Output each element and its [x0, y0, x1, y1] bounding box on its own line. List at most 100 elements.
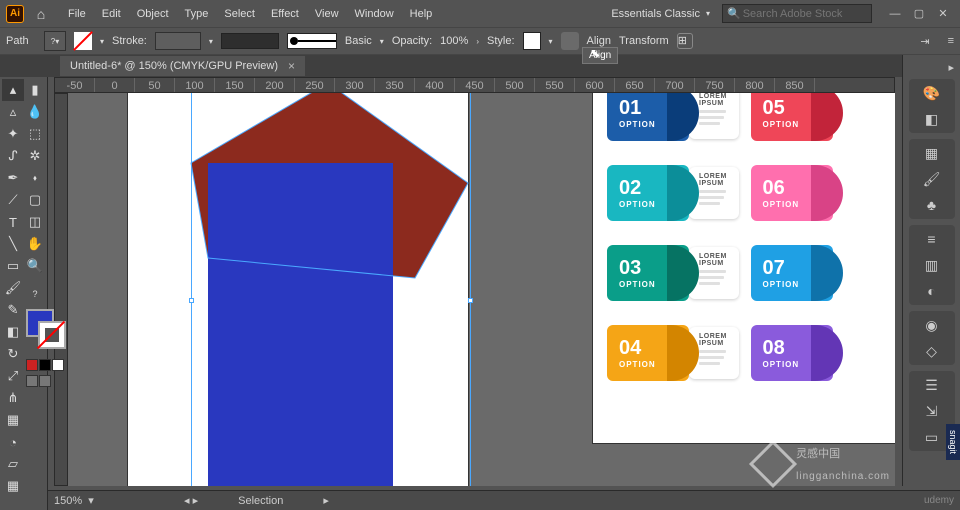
- shape-builder-tool[interactable]: ◔: [2, 431, 24, 453]
- option-label: OPTION: [763, 280, 800, 289]
- collapse-panels-icon[interactable]: ▸: [942, 59, 960, 76]
- minimize-button[interactable]: —: [884, 4, 906, 24]
- graphic-style-swatch[interactable]: [523, 32, 541, 50]
- option-number: 07: [763, 257, 785, 280]
- symbols-panel-icon[interactable]: ♣: [921, 195, 943, 215]
- recolor-icon[interactable]: [561, 32, 579, 50]
- menu-file[interactable]: File: [60, 4, 94, 24]
- scale-tool[interactable]: ⤢: [2, 365, 24, 387]
- opacity-value[interactable]: 100%: [440, 35, 468, 47]
- panel-toggle-icon[interactable]: ⇥: [920, 35, 929, 48]
- graphic-styles-panel-icon[interactable]: ◇: [921, 341, 943, 361]
- panel-menu-icon[interactable]: ≡: [948, 35, 954, 47]
- chevron-down-icon: ▾: [706, 9, 710, 18]
- menu-window[interactable]: Window: [347, 4, 402, 24]
- close-button[interactable]: ✕: [932, 4, 954, 24]
- bounding-box[interactable]: [191, 93, 471, 486]
- brushes-panel-icon[interactable]: 🖌: [921, 169, 943, 189]
- stroke-weight-input[interactable]: [155, 32, 201, 50]
- perspective-tool[interactable]: ▱: [2, 453, 24, 475]
- type-tool[interactable]: T: [2, 211, 24, 233]
- color-guide-panel-icon[interactable]: ◧: [921, 109, 943, 129]
- chevron-down-icon[interactable]: ▾: [549, 37, 553, 46]
- document-tab[interactable]: Untitled-6* @ 150% (CMYK/GPU Preview) ×: [60, 56, 305, 76]
- menu-type[interactable]: Type: [177, 4, 217, 24]
- appearance-panel-icon[interactable]: ◉: [921, 315, 943, 335]
- menu-object[interactable]: Object: [129, 4, 177, 24]
- menu-effect[interactable]: Effect: [263, 4, 307, 24]
- gradient-panel-icon[interactable]: ▥: [921, 255, 943, 275]
- lasso-tool[interactable]: ᔑ: [2, 145, 24, 167]
- menu-view[interactable]: View: [307, 4, 347, 24]
- selection-tool[interactable]: ▴: [2, 79, 24, 101]
- option-label: OPTION: [763, 120, 800, 129]
- asset-export-panel-icon[interactable]: ⇲: [921, 401, 943, 421]
- chevron-down-icon[interactable]: ▾: [380, 37, 384, 46]
- pen-tool[interactable]: ✒: [2, 167, 24, 189]
- zoom-tool[interactable]: 🔍: [24, 255, 46, 277]
- isolate-icon[interactable]: ⊞: [677, 33, 693, 49]
- horizontal-ruler[interactable]: -500501001502002503003504004505005506006…: [54, 77, 895, 93]
- slice-tool[interactable]: ◫: [24, 211, 46, 233]
- stroke-panel-icon[interactable]: ≡: [921, 229, 943, 249]
- transparency-panel-icon[interactable]: ◐: [921, 281, 943, 301]
- direct-selection-tool[interactable]: ▵: [2, 101, 24, 123]
- no-fill-swatch[interactable]: [74, 32, 92, 50]
- fill-dropdown[interactable]: ?▾: [44, 31, 66, 51]
- toggle-fill-stroke[interactable]: ?: [24, 283, 46, 305]
- artboards-panel-icon[interactable]: ▭: [921, 427, 943, 447]
- maximize-button[interactable]: ▢: [908, 4, 930, 24]
- chevron-down-icon[interactable]: ▾: [100, 37, 104, 46]
- menu-select[interactable]: Select: [216, 4, 263, 24]
- color-swatch[interactable]: [39, 359, 51, 371]
- search-box[interactable]: 🔍: [722, 4, 872, 23]
- magic-wand-tool[interactable]: ✦: [2, 123, 24, 145]
- option-badge: 06OPTION: [751, 165, 833, 221]
- symbol-sprayer-tool[interactable]: ✲: [24, 145, 46, 167]
- mesh-tool[interactable]: ▦: [2, 475, 24, 497]
- curvature-tool[interactable]: ⟋: [2, 189, 24, 211]
- option-label: OPTION: [763, 360, 800, 369]
- hand-tool[interactable]: ✋: [24, 233, 46, 255]
- zoom-level[interactable]: 150% ▾: [54, 494, 144, 507]
- option-number: 08: [763, 337, 785, 360]
- option-label: OPTION: [619, 200, 656, 209]
- paintbrush-tool[interactable]: 🖌: [2, 277, 24, 299]
- eraser-tool[interactable]: ◧: [2, 321, 24, 343]
- transform-button[interactable]: Transform: [619, 35, 669, 47]
- option-number: 02: [619, 177, 641, 200]
- swatches-panel-icon[interactable]: ▦: [921, 143, 943, 163]
- search-input[interactable]: [743, 8, 867, 20]
- shaper-tool[interactable]: ✎: [2, 299, 24, 321]
- chevron-down-icon[interactable]: ▾: [209, 37, 213, 46]
- free-transform-tool[interactable]: ▦: [2, 409, 24, 431]
- none-swatch[interactable]: [52, 359, 64, 371]
- screen-mode[interactable]: [26, 375, 38, 387]
- color-swatch[interactable]: [26, 359, 38, 371]
- color-panel-icon[interactable]: 🎨: [921, 83, 943, 103]
- gradient-tool[interactable]: ▮: [24, 79, 46, 101]
- fill-stroke-indicator[interactable]: [24, 309, 68, 353]
- menu-edit[interactable]: Edit: [94, 4, 129, 24]
- brush-preview[interactable]: [287, 33, 337, 49]
- rotate-tool[interactable]: ↻: [2, 343, 24, 365]
- column-graph-tool[interactable]: ⬪: [24, 167, 46, 189]
- vertical-ruler[interactable]: [54, 93, 68, 486]
- workspace-switcher[interactable]: Essentials Classic ▾: [611, 8, 710, 20]
- chevron-right-icon[interactable]: ›: [476, 37, 479, 46]
- home-icon[interactable]: ⌂: [32, 5, 50, 23]
- canvas[interactable]: 01OPTIONLOREM IPSUM05OPTION02OPTIONLOREM…: [68, 93, 895, 486]
- close-tab-icon[interactable]: ×: [288, 59, 295, 73]
- width-tool[interactable]: ⋔: [2, 387, 24, 409]
- eyedropper-tool[interactable]: 💧: [24, 101, 46, 123]
- toolbox: ▴▵ ✦ᔑ ✒⟋ T╲ ▭🖌 ✎◧ ↻⤢ ⋔▦ ◔▱ ▦▮ 💧⬚ ✲⬪ ▢◫ ✋…: [0, 77, 48, 510]
- layers-panel-icon[interactable]: ☰: [921, 375, 943, 395]
- rectangle-tool[interactable]: ▭: [2, 255, 24, 277]
- stroke-profile[interactable]: [221, 33, 279, 49]
- blend-tool[interactable]: ⬚: [24, 123, 46, 145]
- watermark-icon: [749, 439, 797, 487]
- artboard-tool[interactable]: ▢: [24, 189, 46, 211]
- menu-help[interactable]: Help: [402, 4, 441, 24]
- line-tool[interactable]: ╲: [2, 233, 24, 255]
- screen-mode[interactable]: [39, 375, 51, 387]
